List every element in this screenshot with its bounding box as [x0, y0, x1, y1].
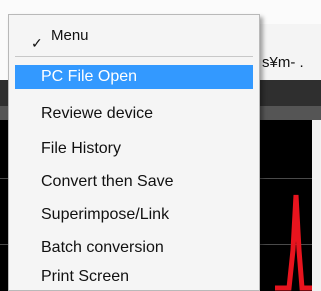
- menu-item-label: PC File Open: [41, 68, 138, 85]
- waveform-trace: [275, 194, 315, 291]
- menu-separator: [15, 56, 253, 57]
- menu-header[interactable]: ✓ Menu: [9, 15, 259, 55]
- menu-item-superimpose-link[interactable]: Superimpose/Link: [15, 203, 253, 227]
- menu-item-pc-file-open[interactable]: PC File Open: [15, 65, 253, 89]
- menu-header-label: Menu: [51, 27, 89, 44]
- scroll-edge: [312, 120, 321, 291]
- menu-item-reviewe-device[interactable]: Reviewe device: [15, 102, 253, 126]
- menu-item-label: Batch conversion: [41, 239, 164, 256]
- menu-item-print-screen[interactable]: Print Screen: [15, 265, 253, 289]
- menu-item-label: Reviewe device: [41, 105, 154, 122]
- menu-item-label: Convert then Save: [41, 173, 174, 190]
- file-path-field: [250, 24, 321, 80]
- menu-item-batch-conversion[interactable]: Batch conversion: [15, 236, 253, 260]
- menu-item-convert-then-save[interactable]: Convert then Save: [15, 170, 253, 194]
- menu-item-file-history[interactable]: File History: [15, 137, 253, 161]
- context-menu: ✓ Menu PC File Open Reviewe device File …: [8, 14, 260, 291]
- file-path-text: s¥m- .: [262, 54, 304, 71]
- menu-item-label: Print Screen: [41, 268, 130, 285]
- menu-item-label: File History: [41, 140, 122, 157]
- check-icon: ✓: [31, 35, 43, 51]
- menu-item-label: Superimpose/Link: [41, 206, 170, 223]
